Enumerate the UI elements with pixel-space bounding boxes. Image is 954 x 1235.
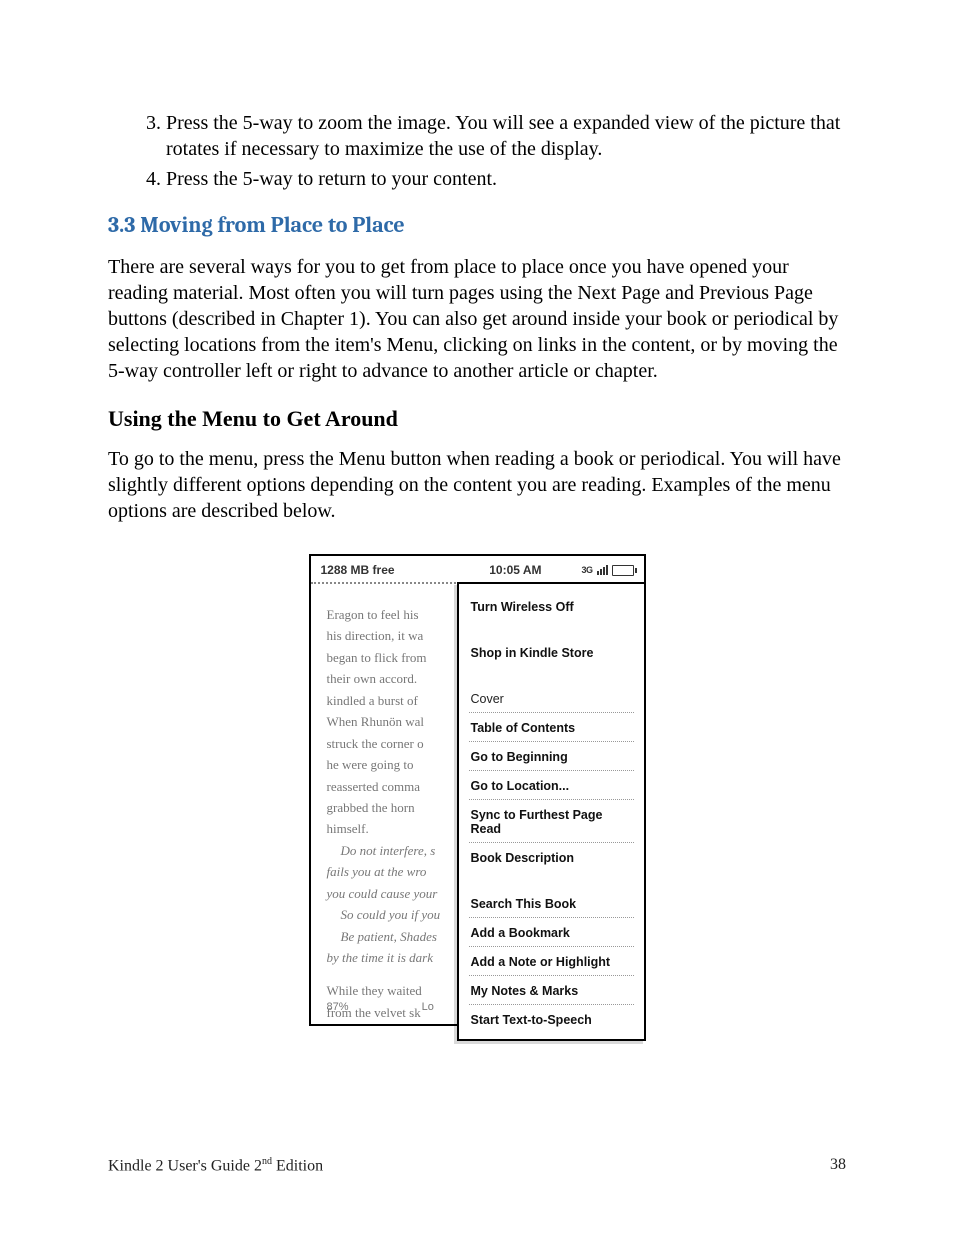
menu-search-this-book[interactable]: Search This Book: [469, 889, 634, 918]
progress-percent: 87%: [327, 1001, 349, 1013]
clock-label: 10:05 AM: [489, 563, 541, 577]
menu-start-tts[interactable]: Start Text-to-Speech: [469, 1005, 634, 1033]
status-bar: 1288 MB free 10:05 AM 3G: [311, 556, 644, 584]
kindle-device-mockup: 1288 MB free 10:05 AM 3G Eragon to feel …: [309, 554, 646, 1026]
section-heading: 3.3 Moving from Place to Place: [108, 212, 846, 238]
menu-turn-wireless-off[interactable]: Turn Wireless Off: [469, 592, 634, 620]
subsection-heading: Using the Menu to Get Around: [108, 406, 846, 432]
menu-add-bookmark[interactable]: Add a Bookmark: [469, 918, 634, 947]
network-3g-icon: 3G: [581, 565, 592, 575]
subsection-paragraph: To go to the menu, press the Menu button…: [108, 446, 846, 524]
menu-add-note-highlight[interactable]: Add a Note or Highlight: [469, 947, 634, 976]
menu-cover[interactable]: Cover: [469, 684, 634, 713]
menu-go-to-location[interactable]: Go to Location...: [469, 771, 634, 800]
guide-title: Kindle 2 User's Guide 2nd Edition: [108, 1156, 323, 1175]
menu-shop-kindle-store[interactable]: Shop in Kindle Store: [469, 638, 634, 666]
context-menu: Turn Wireless Off Shop in Kindle Store C…: [457, 582, 646, 1041]
instruction-list: Press the 5-way to zoom the image. You w…: [108, 110, 846, 192]
instruction-item-3: Press the 5-way to zoom the image. You w…: [166, 110, 846, 162]
menu-go-to-beginning[interactable]: Go to Beginning: [469, 742, 634, 771]
menu-book-description[interactable]: Book Description: [469, 843, 634, 871]
menu-my-notes-marks[interactable]: My Notes & Marks: [469, 976, 634, 1005]
battery-icon: [612, 565, 634, 576]
page-footer: Kindle 2 User's Guide 2nd Edition 38: [108, 1156, 846, 1175]
section-intro: There are several ways for you to get fr…: [108, 254, 846, 384]
menu-table-of-contents[interactable]: Table of Contents: [469, 713, 634, 742]
page-number: 38: [830, 1156, 846, 1175]
memory-free-label: 1288 MB free: [321, 563, 395, 577]
instruction-item-4: Press the 5-way to return to your conten…: [166, 166, 846, 192]
signal-bars-icon: [597, 565, 608, 575]
location-label: Lo: [422, 1001, 434, 1013]
menu-sync-furthest[interactable]: Sync to Furthest Page Read: [469, 800, 634, 843]
